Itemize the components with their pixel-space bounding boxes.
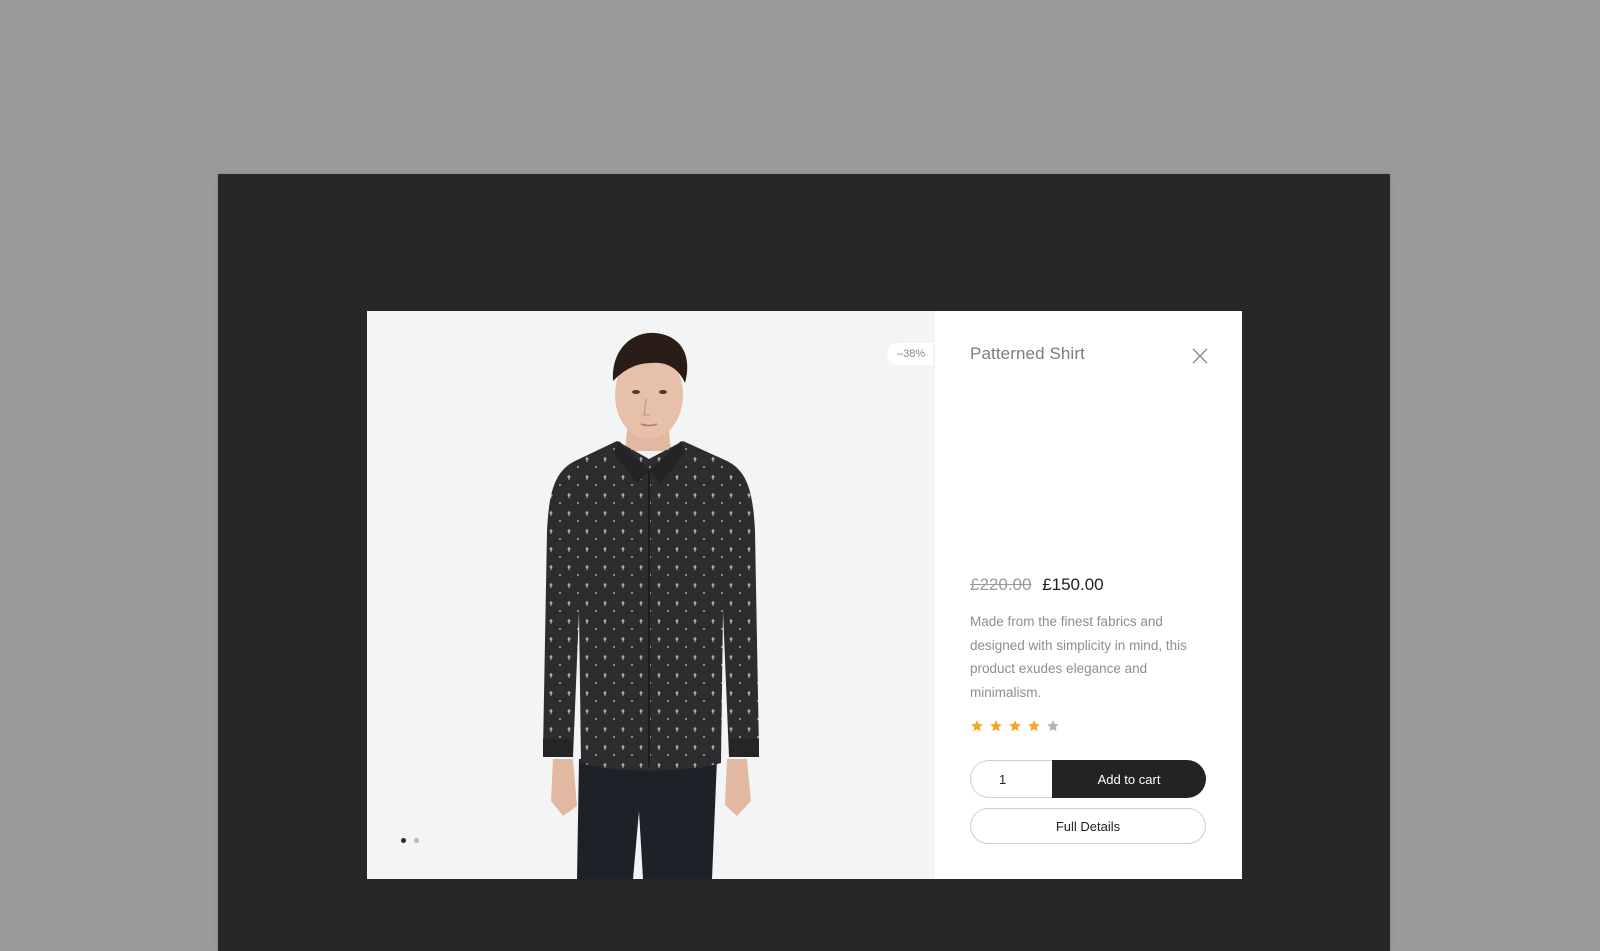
- star-filled-icon: [971, 720, 983, 732]
- product-info-panel: Patterned Shirt £220.00 £150.00 Made fro…: [935, 311, 1242, 879]
- price-block: £220.00 £150.00: [970, 575, 1104, 595]
- quick-view-modal: –38% Patterned Shirt £220.00 £150.00 Mad…: [367, 311, 1242, 879]
- close-icon[interactable]: [1191, 347, 1209, 365]
- product-title: Patterned Shirt: [970, 344, 1085, 363]
- gallery-dot[interactable]: [401, 838, 406, 843]
- product-description: Made from the finest fabrics and designe…: [970, 614, 1187, 700]
- gallery-pagination: [401, 838, 419, 843]
- add-to-cart-button[interactable]: Add to cart: [1052, 760, 1206, 798]
- star-filled-icon: [1009, 720, 1021, 732]
- rating-stars: [970, 719, 1060, 733]
- star-empty-icon: [1047, 720, 1059, 732]
- quantity-input[interactable]: [970, 760, 1052, 798]
- star-filled-icon: [990, 720, 1002, 732]
- product-image: [543, 332, 759, 879]
- sale-price: £150.00: [1042, 575, 1104, 594]
- discount-badge: –38%: [887, 343, 934, 365]
- old-price: £220.00: [970, 575, 1032, 594]
- full-details-button[interactable]: Full Details: [970, 808, 1206, 844]
- gallery-dot[interactable]: [414, 838, 419, 843]
- add-to-cart-row: Add to cart: [970, 760, 1206, 798]
- star-filled-icon: [1028, 720, 1040, 732]
- product-gallery: –38%: [367, 311, 935, 879]
